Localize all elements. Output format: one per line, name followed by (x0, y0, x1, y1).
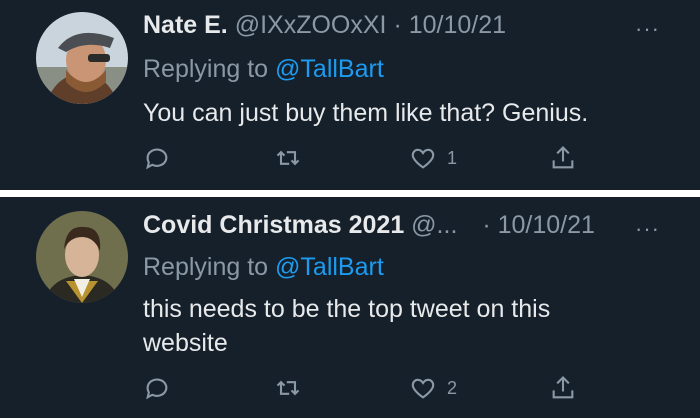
retweet-button[interactable] (274, 144, 302, 172)
like-button[interactable]: 2 (409, 374, 457, 402)
avatar[interactable] (36, 12, 128, 104)
display-name[interactable]: Nate E. (143, 11, 228, 39)
retweet-button[interactable] (274, 374, 302, 402)
tweet-actions: 1 (143, 144, 613, 174)
replying-prefix: Replying to (143, 55, 276, 83)
share-button[interactable] (549, 144, 577, 172)
tweet-header: Covid Christmas 2021 @... · 10/10/21 (143, 210, 595, 240)
more-options-icon[interactable]: ··· (635, 216, 660, 242)
tweet-actions: 2 (143, 374, 613, 404)
reply-button[interactable] (143, 374, 171, 402)
separator-dot: · (393, 11, 402, 39)
replying-to: Replying to @TallBart (143, 252, 384, 282)
user-handle[interactable]: @... (411, 211, 457, 239)
mention-link[interactable]: @TallBart (275, 55, 384, 83)
separator-dot: · (482, 211, 491, 239)
retweet-icon (274, 144, 302, 172)
replying-prefix: Replying to (143, 253, 276, 281)
reply-button[interactable] (143, 144, 171, 172)
avatar[interactable] (36, 211, 128, 303)
like-icon (409, 374, 437, 402)
reply-icon (143, 374, 171, 402)
tweet-text: this needs to be the top tweet on this w… (143, 295, 551, 357)
reply-icon (143, 144, 171, 172)
tweet-header: Nate E. @IXxZOOxXI · 10/10/21 (143, 10, 506, 40)
tweet-text: You can just buy them like that? Genius. (143, 99, 589, 127)
timestamp[interactable]: 10/10/21 (498, 211, 595, 239)
like-icon (409, 144, 437, 172)
user-handle[interactable]: @IXxZOOxXI (235, 11, 387, 39)
mention-link[interactable]: @TallBart (275, 253, 384, 281)
timestamp[interactable]: 10/10/21 (409, 11, 506, 39)
share-icon (549, 374, 577, 402)
share-button[interactable] (549, 374, 577, 402)
like-count: 1 (447, 147, 458, 168)
retweet-icon (274, 374, 302, 402)
like-button[interactable]: 1 (409, 144, 457, 172)
share-icon (549, 144, 577, 172)
replying-to: Replying to @TallBart (143, 54, 384, 84)
more-options-icon[interactable]: ··· (635, 16, 660, 42)
like-count: 2 (447, 377, 458, 398)
display-name[interactable]: Covid Christmas 2021 (143, 211, 404, 239)
